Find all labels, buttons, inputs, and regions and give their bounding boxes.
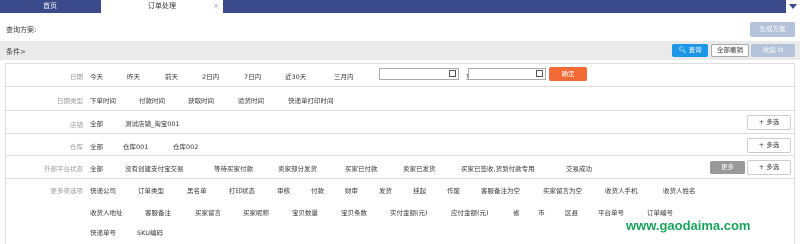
more-filters-row: 更多筛选项 快递公司 订单类型 黑名单 打印状态 审核 付款 财审 发货 挂起 … [5, 179, 795, 244]
date-option[interactable]: 前天 [165, 71, 178, 81]
generate-plan-button[interactable]: 生成方案 [750, 22, 795, 37]
platform-status-option[interactable]: 等待买家付款 [214, 163, 253, 173]
date-option[interactable]: 三月内 [334, 71, 354, 81]
filter-item[interactable]: 快递单号 [90, 227, 116, 237]
date-label: 日期 [70, 73, 83, 81]
platform-status-option[interactable]: 全部 [90, 163, 103, 173]
multi-select-button[interactable]: + 多选 [747, 115, 791, 130]
collapse-label: 收起 [762, 46, 776, 54]
multi-select-button[interactable]: + 多选 [747, 138, 791, 153]
undo-all-button[interactable]: 全部撤销 [711, 44, 749, 57]
filter-item[interactable]: 买家留言 [195, 207, 221, 217]
filter-item[interactable]: 发货 [379, 185, 392, 195]
filter-item[interactable]: 区县 [565, 207, 578, 217]
tab-order-label: 订单处理 [148, 2, 176, 10]
date-type-row: 日期类型 下单时间 付款时间 获取时间 验货时间 快递单打印时间 [5, 87, 795, 111]
shop-row: 店铺 全部 测试店铺_淘宝001 + 多选 [5, 111, 795, 134]
chevron-down-icon[interactable] [786, 0, 800, 13]
platform-status-option[interactable]: 交易成功 [566, 163, 592, 173]
platform-status-option[interactable]: 没有创建支付宝交易 [125, 163, 184, 173]
filter-item[interactable]: 应付金额(元) [451, 207, 489, 217]
calendar-icon[interactable] [449, 70, 456, 77]
date-option[interactable]: 近30天 [285, 71, 306, 81]
end-date-input[interactable] [468, 68, 546, 80]
tab-bar: 首页 订单处理 × [0, 0, 800, 13]
platform-status-row: 外部平台状态 全部 没有创建支付宝交易 等待买家付款 卖家部分发货 买家已付款 … [5, 156, 795, 179]
shop-option[interactable]: 全部 [90, 118, 103, 128]
filter-item[interactable]: 作废 [447, 185, 460, 195]
filter-item[interactable]: 财审 [345, 185, 358, 195]
date-type-option[interactable]: 付款时间 [139, 95, 165, 105]
filter-item[interactable]: 省 [513, 207, 520, 217]
collapse-icon: ⊟ [777, 46, 784, 54]
filter-item[interactable]: 挂起 [413, 185, 426, 195]
platform-status-option[interactable]: 卖家已发货 [403, 163, 436, 173]
warehouse-label: 仓库 [70, 143, 83, 151]
filter-item[interactable]: 宝贝条数 [341, 207, 367, 217]
filter-item[interactable]: 快递公司 [90, 185, 116, 195]
shop-option[interactable]: 测试店铺_淘宝001 [125, 118, 180, 128]
conditions-label: 条件> [6, 48, 26, 56]
filter-item[interactable]: 市 [538, 207, 545, 217]
filter-item[interactable]: 收货人地址 [90, 207, 123, 217]
platform-status-option[interactable]: 卖家部分发货 [278, 163, 317, 173]
date-option[interactable]: 今天 [90, 71, 103, 81]
date-type-label: 日期类型 [57, 97, 83, 105]
warehouse-option[interactable]: 仓库001 [123, 141, 148, 151]
multi-select-button[interactable]: + 多选 [747, 160, 791, 175]
start-date-input[interactable] [379, 68, 459, 80]
filter-item[interactable]: 宝贝数量 [292, 207, 318, 217]
date-option[interactable]: 7日内 [244, 71, 261, 81]
filter-item[interactable]: 审核 [277, 185, 290, 195]
more-filters-label: 更多筛选项 [50, 187, 84, 195]
filter-item[interactable]: SKU编码 [137, 227, 163, 237]
filter-item[interactable]: 订单类型 [138, 185, 164, 195]
date-option[interactable]: 昨天 [127, 71, 140, 81]
tab-home[interactable]: 首页 [0, 0, 100, 13]
date-type-option[interactable]: 验货时间 [238, 95, 264, 105]
confirm-button[interactable]: 确定 [549, 67, 587, 81]
filter-item[interactable]: 买家留言为空 [543, 185, 582, 195]
date-option[interactable]: 2日内 [202, 71, 219, 81]
multi-select-label: 多选 [766, 118, 780, 126]
platform-status-option[interactable]: 买家已付款 [345, 163, 378, 173]
multi-select-label: 多选 [766, 163, 780, 171]
warehouse-option[interactable]: 全部 [90, 141, 103, 151]
filter-item[interactable]: 客服备注为空 [481, 185, 520, 195]
filter-item[interactable]: 实付金额(元) [390, 207, 428, 217]
filter-item[interactable]: 收货人手机 [605, 185, 638, 195]
query-label: 查询 [688, 46, 702, 54]
warehouse-option[interactable]: 仓库002 [173, 141, 198, 151]
platform-status-label: 外部平台状态 [44, 165, 83, 173]
watermark: www.gaodaima.com [626, 218, 751, 233]
filter-item[interactable]: 平台单号 [598, 207, 624, 217]
shop-label: 店铺 [70, 121, 83, 129]
date-type-option[interactable]: 获取时间 [188, 95, 214, 105]
collapse-button[interactable]: 收起 ⊟ [751, 44, 795, 57]
plan-label: 查询方案: [6, 26, 37, 34]
close-icon[interactable]: × [213, 0, 219, 13]
search-icon: 🔍︎ [678, 46, 687, 54]
filter-item[interactable]: 打印状态 [229, 185, 255, 195]
filter-item[interactable]: 付款 [311, 185, 324, 195]
date-type-option[interactable]: 下单时间 [90, 95, 116, 105]
filter-item[interactable]: 买家昵称 [243, 207, 269, 217]
plan-row: 查询方案: [0, 19, 800, 39]
multi-select-label: 多选 [766, 141, 780, 149]
filter-item[interactable]: 黑名单 [187, 185, 207, 195]
filter-item[interactable]: 收货人姓名 [663, 185, 696, 195]
date-type-option[interactable]: 快递单打印时间 [288, 95, 334, 105]
more-button[interactable]: 更多 [710, 161, 745, 174]
filter-item[interactable]: 客服备注 [145, 207, 171, 217]
filter-item[interactable]: 订单编号 [647, 207, 673, 217]
calendar-icon[interactable] [536, 70, 543, 77]
tab-order[interactable]: 订单处理 × [101, 0, 223, 13]
query-button[interactable]: 🔍︎ 查询 [672, 44, 708, 57]
platform-status-option[interactable]: 买家已签收,货到付款专用 [461, 163, 535, 173]
warehouse-row: 仓库 全部 仓库001 仓库002 + 多选 [5, 134, 795, 156]
